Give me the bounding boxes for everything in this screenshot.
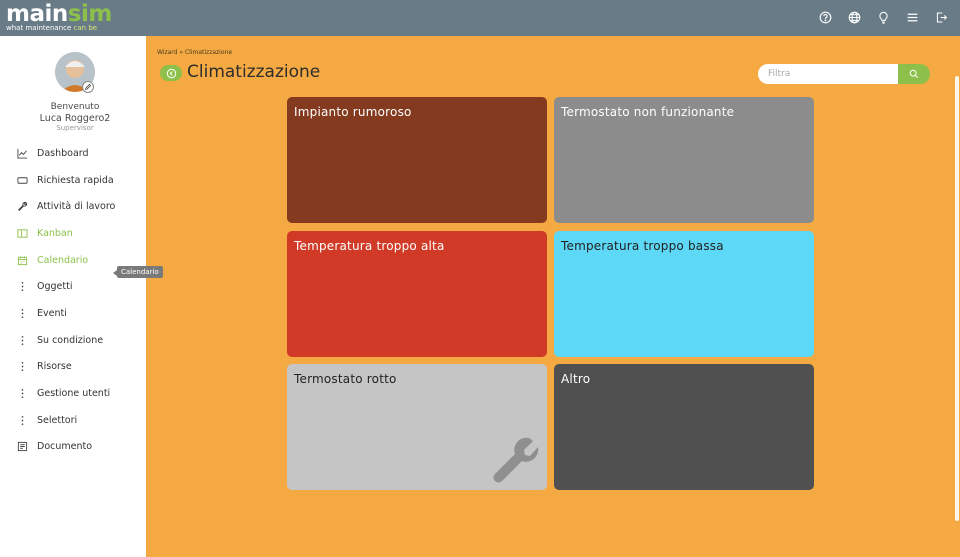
sidebar-nav: Dashboard Richiesta rapida Attività di l… — [0, 140, 146, 460]
dots-icon — [17, 308, 28, 319]
logo-tagline-a: what maintenance — [6, 24, 72, 32]
breadcrumb-current: Climatizzazione — [184, 49, 233, 56]
back-arrow-icon — [166, 68, 176, 78]
card-label: Termostato non funzionante — [561, 105, 735, 119]
card-temperatura-troppo-bassa[interactable]: Temperatura troppo bassa — [554, 231, 814, 357]
breadcrumb-separator: » — [179, 49, 184, 56]
card-termostato-rotto[interactable]: Termostato rotto — [287, 364, 547, 490]
sidebar: Benvenuto Luca Roggero2 Supervisor Dashb… — [0, 36, 146, 557]
sidebar-item-documento[interactable]: Documento — [0, 434, 146, 461]
back-button[interactable] — [160, 65, 182, 81]
mainsim-logo[interactable]: mainsim what maintenance can be — [6, 2, 112, 32]
user-name: Luca Roggero2 — [39, 113, 111, 124]
filter-box — [758, 64, 930, 84]
wrench-icon — [17, 201, 28, 212]
card-label: Temperatura troppo bassa — [561, 239, 724, 253]
help-icon[interactable] — [817, 9, 834, 26]
dots-icon — [17, 415, 28, 426]
breadcrumb: Wizard » Climatizzazione — [157, 49, 232, 56]
wrench-icon — [493, 437, 539, 483]
breadcrumb-root[interactable]: Wizard — [157, 49, 177, 56]
scrollbar-thumb[interactable] — [955, 76, 959, 521]
card-temperatura-troppo-alta[interactable]: Temperatura troppo alta — [287, 231, 547, 357]
sidebar-item-label: Oggetti — [37, 281, 73, 293]
sidebar-item-label: Gestione utenti — [37, 388, 111, 400]
sidebar-item-eventi[interactable]: Eventi — [0, 300, 146, 327]
menu-icon[interactable] — [904, 9, 921, 26]
dots-icon — [17, 361, 28, 372]
sidebar-item-su-condizione[interactable]: Su condizione — [0, 327, 146, 354]
top-bar: mainsim what maintenance can be — [0, 0, 960, 36]
lightbulb-icon[interactable] — [875, 9, 892, 26]
user-welcome: Benvenuto Luca Roggero2 Supervisor — [0, 102, 150, 133]
dots-icon — [17, 335, 28, 346]
card-label: Temperatura troppo alta — [294, 239, 445, 253]
sidebar-item-label: Eventi — [37, 307, 67, 319]
sidebar-item-dashboard[interactable]: Dashboard — [0, 140, 146, 167]
sidebar-tooltip: Calendario — [113, 266, 163, 278]
calendar-icon — [17, 255, 28, 266]
document-icon — [17, 441, 28, 452]
sidebar-item-gestione-utenti[interactable]: Gestione utenti — [0, 380, 146, 407]
sidebar-item-label: Kanban — [37, 227, 73, 239]
filter-input[interactable] — [758, 64, 902, 84]
user-role: Supervisor — [56, 124, 94, 132]
chart-icon — [17, 148, 28, 159]
sidebar-item-richiesta-rapida[interactable]: Richiesta rapida — [0, 167, 146, 194]
sidebar-item-label: Dashboard — [37, 147, 89, 159]
sidebar-item-label: Documento — [37, 441, 93, 453]
logo-tagline-b: can be — [73, 24, 98, 32]
card-label: Termostato rotto — [294, 372, 397, 386]
sidebar-item-label: Selettori — [37, 414, 78, 426]
kanban-icon — [17, 228, 28, 239]
search-icon — [909, 69, 919, 79]
card-label: Impianto rumoroso — [294, 105, 412, 119]
sidebar-item-risorse[interactable]: Risorse — [0, 354, 146, 381]
filter-search-button[interactable] — [898, 64, 930, 84]
card-impianto-rumoroso[interactable]: Impianto rumoroso — [287, 97, 547, 223]
card-altro[interactable]: Altro — [554, 364, 814, 490]
card-label: Altro — [561, 372, 591, 386]
sidebar-item-label: Attività di lavoro — [37, 201, 116, 213]
logout-icon[interactable] — [933, 9, 950, 26]
welcome-text: Benvenuto — [50, 102, 100, 112]
dots-icon — [17, 388, 28, 399]
dots-icon — [17, 281, 28, 292]
sidebar-item-label: Calendario — [37, 254, 89, 266]
card-termostato-non-funzionante[interactable]: Termostato non funzionante — [554, 97, 814, 223]
sidebar-item-label: Richiesta rapida — [37, 174, 114, 186]
page-title: Climatizzazione — [187, 62, 321, 82]
sidebar-item-attivita-di-lavoro[interactable]: Attività di lavoro — [0, 193, 146, 220]
rectangle-icon — [17, 175, 28, 186]
sidebar-item-kanban[interactable]: Kanban — [0, 220, 146, 247]
sidebar-item-label: Su condizione — [37, 334, 104, 346]
globe-icon[interactable] — [846, 9, 863, 26]
sidebar-item-label: Risorse — [37, 361, 72, 373]
sidebar-item-selettori[interactable]: Selettori — [0, 407, 146, 434]
scrollbar[interactable] — [954, 36, 960, 557]
edit-avatar-icon[interactable] — [82, 81, 94, 93]
